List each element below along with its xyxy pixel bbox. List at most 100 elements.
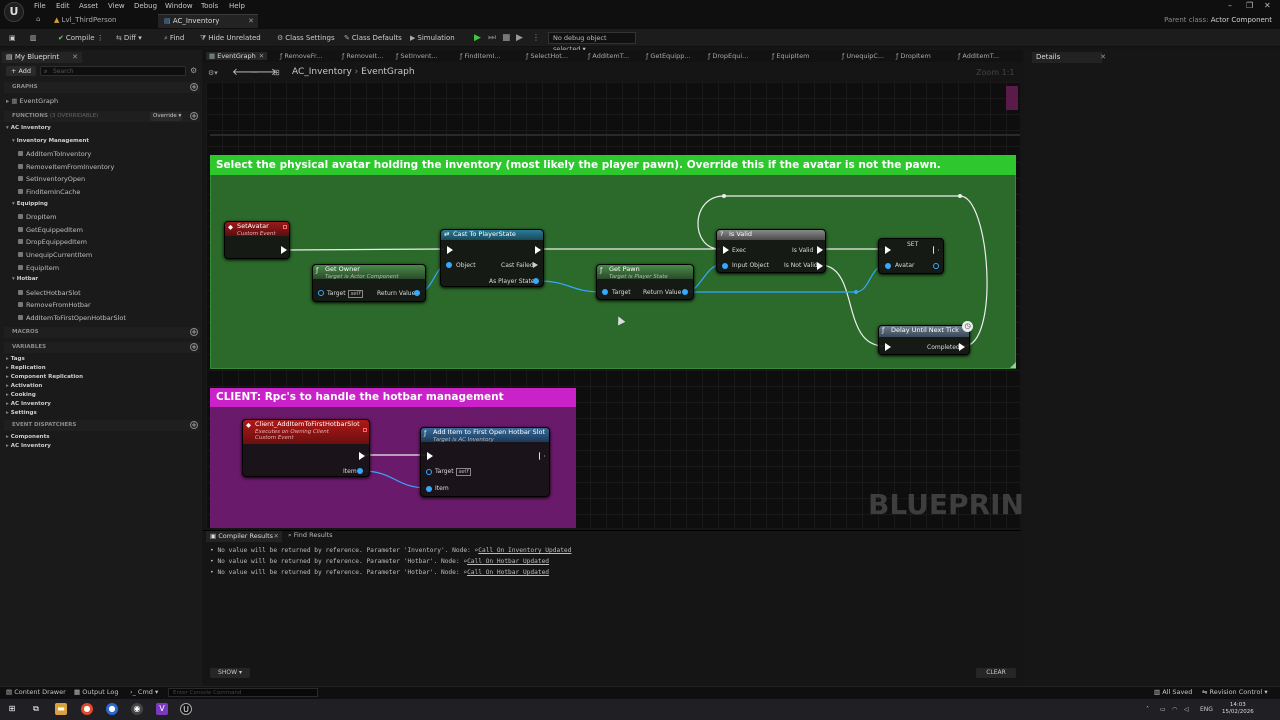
graph-tab[interactable]: ƒ UnequipC...: [842, 52, 884, 60]
revision-control-button[interactable]: ⇋ Revision Control ▾: [1202, 688, 1268, 696]
function-category[interactable]: ▾ Equipping: [12, 201, 48, 207]
function-item[interactable]: EquipItem: [18, 264, 59, 272]
variable-category[interactable]: ▸ Cooking: [6, 392, 36, 398]
exec-out-pin[interactable]: [539, 452, 545, 460]
close-tab-icon[interactable]: ✕: [274, 531, 279, 541]
windows-start-icon[interactable]: ⊞: [6, 703, 18, 715]
chevron-right-icon[interactable]: ▸: [6, 392, 9, 398]
function-category[interactable]: ▾ Hotbar: [12, 276, 38, 282]
variable-category[interactable]: ▸ Activation: [6, 383, 42, 389]
task-view-icon[interactable]: ⧉: [30, 703, 42, 715]
menu-file[interactable]: File: [34, 2, 46, 10]
class-settings-button[interactable]: ⚙ Class Settings: [277, 34, 335, 42]
home-icon[interactable]: ⌂: [36, 15, 40, 23]
node-set-avatar[interactable]: ◆ SetAvatar Custom Event: [224, 221, 290, 259]
graph-settings-icon[interactable]: ⚙▾: [208, 69, 218, 77]
close-window-icon[interactable]: ✕: [1264, 1, 1271, 10]
stop-icon[interactable]: ■: [502, 33, 511, 43]
menu-view[interactable]: View: [108, 2, 125, 10]
resize-handle-icon[interactable]: [1010, 362, 1016, 368]
content-drawer-button[interactable]: ▤ Content Drawer: [6, 688, 66, 696]
clear-button[interactable]: CLEAR: [976, 668, 1016, 678]
menu-tools[interactable]: Tools: [201, 2, 218, 10]
node-link[interactable]: Call On Hotbar Updated: [467, 558, 549, 565]
graph-tab[interactable]: ƒ EquipItem: [772, 52, 809, 60]
add-macro-icon[interactable]: +: [190, 328, 198, 336]
debug-object-select[interactable]: No debug object selected ▾: [548, 32, 636, 53]
node-set-avatar-variable[interactable]: SET Avatar: [878, 238, 944, 274]
cast-failed-pin[interactable]: [533, 262, 538, 268]
exec-out-pin[interactable]: [933, 246, 939, 254]
cmd-button[interactable]: ›_ Cmd ▾: [130, 688, 158, 696]
item-pin[interactable]: [357, 468, 363, 474]
function-item[interactable]: UnequipCurrentItem: [18, 251, 92, 259]
chevron-right-icon[interactable]: ▸: [6, 443, 9, 449]
section-variables[interactable]: VARIABLES +: [4, 342, 200, 353]
node-client-add-item[interactable]: ◆ Client_AddItemToFirstHotbarSlot Execut…: [242, 419, 370, 477]
function-item[interactable]: DropItem: [18, 213, 56, 221]
tray-chevron-icon[interactable]: ˄: [1146, 706, 1149, 713]
dispatcher-category[interactable]: ▸ AC Inventory: [6, 443, 51, 449]
close-tab-icon[interactable]: ✕: [72, 52, 78, 62]
close-tab-icon[interactable]: ✕: [1100, 52, 1106, 62]
graph-item-eventgraph[interactable]: ▸ ▦ EventGraph: [6, 97, 58, 105]
event-delegate-pin[interactable]: [363, 428, 367, 432]
target-pin[interactable]: [602, 289, 608, 295]
search-input[interactable]: ⌕ Search: [40, 66, 186, 76]
function-item[interactable]: RemoveFromHotbar: [18, 301, 91, 309]
comment-title-green[interactable]: Select the physical avatar holding the i…: [210, 155, 1016, 175]
all-saved-status[interactable]: ▥ All Saved: [1154, 688, 1192, 696]
graph-tab[interactable]: ƒ DropEqui...: [708, 52, 748, 60]
exec-out-pin[interactable]: [359, 452, 365, 460]
class-defaults-button[interactable]: ✎ Class Defaults: [344, 34, 402, 42]
play-icon[interactable]: ▶: [474, 33, 481, 43]
node-is-valid[interactable]: ? Is Valid Exec Is Valid Input Object Is…: [716, 229, 826, 273]
exec-out-pin[interactable]: [281, 246, 287, 254]
chevron-right-icon[interactable]: ▸: [6, 374, 9, 380]
graph-tab[interactable]: ▦ EventGraph ✕: [206, 52, 268, 60]
network-icon[interactable]: ▭: [1160, 706, 1166, 713]
play-options-icon[interactable]: ⋮: [532, 33, 540, 42]
chevron-right-icon[interactable]: ▸: [6, 356, 9, 362]
function-item[interactable]: AddItemToInventory: [18, 150, 91, 158]
graph-tab[interactable]: ƒ RemoveFr...: [280, 52, 322, 60]
diff-button[interactable]: ⇆ Diff ▾: [116, 34, 142, 42]
node-link[interactable]: Call On Hotbar Updated: [467, 569, 549, 576]
maximize-icon[interactable]: ❐: [1246, 1, 1253, 10]
function-item[interactable]: AddItemToFirstOpenHotbarSlot: [18, 314, 126, 322]
settings-gear-icon[interactable]: ⚙: [190, 66, 197, 75]
tab-lvl-thirdperson[interactable]: ▲ Lvl_ThirdPerson: [48, 14, 152, 28]
browse-icon[interactable]: ▥: [30, 34, 37, 42]
menu-edit[interactable]: Edit: [56, 2, 70, 10]
simulation-button[interactable]: ▶ Simulation: [410, 34, 455, 42]
tab-ac-inventory[interactable]: ▤ AC_Inventory ✕: [158, 14, 258, 28]
wifi-icon[interactable]: ◠: [1172, 706, 1177, 713]
variable-category[interactable]: ▸ Component Replication: [6, 374, 83, 380]
show-button[interactable]: SHOW ▾: [210, 668, 250, 678]
section-macros[interactable]: MACROS +: [4, 327, 200, 338]
menu-debug[interactable]: Debug: [134, 2, 157, 10]
compile-button[interactable]: ✔ Compile ⋮: [58, 34, 104, 42]
dispatcher-category[interactable]: ▸ Components: [6, 434, 50, 440]
graph-tab[interactable]: ƒ SelectHot...: [526, 52, 568, 60]
hierarchy-icon[interactable]: ⊞: [273, 68, 280, 77]
is-valid-pin[interactable]: [817, 246, 823, 254]
graph-tab[interactable]: ƒ FindItemI...: [460, 52, 501, 60]
as-player-state-pin[interactable]: [533, 278, 539, 284]
add-variable-icon[interactable]: +: [190, 343, 198, 351]
graph-tab[interactable]: ƒ AddItemT...: [588, 52, 629, 60]
unreal-taskbar-icon[interactable]: U: [180, 703, 192, 715]
chevron-right-icon[interactable]: ▸: [6, 383, 9, 389]
node-get-pawn[interactable]: ƒ Get Pawn Target is Player State Target…: [596, 264, 694, 300]
volume-icon[interactable]: ◁: [1184, 706, 1189, 713]
avatar-pin[interactable]: [885, 263, 891, 269]
return-value-pin[interactable]: [414, 290, 420, 296]
function-item[interactable]: DropEquippedItem: [18, 238, 87, 246]
clock[interactable]: 14:03 15/02/2026: [1222, 702, 1254, 716]
function-category[interactable]: ▾ Inventory Management: [12, 138, 89, 144]
app-blue-icon[interactable]: ●: [106, 703, 118, 715]
graph-tab[interactable]: ƒ DropItem: [896, 52, 931, 60]
add-graph-icon[interactable]: +: [190, 83, 198, 91]
event-delegate-pin[interactable]: [283, 225, 287, 229]
exec-in-pin[interactable]: [885, 246, 891, 254]
